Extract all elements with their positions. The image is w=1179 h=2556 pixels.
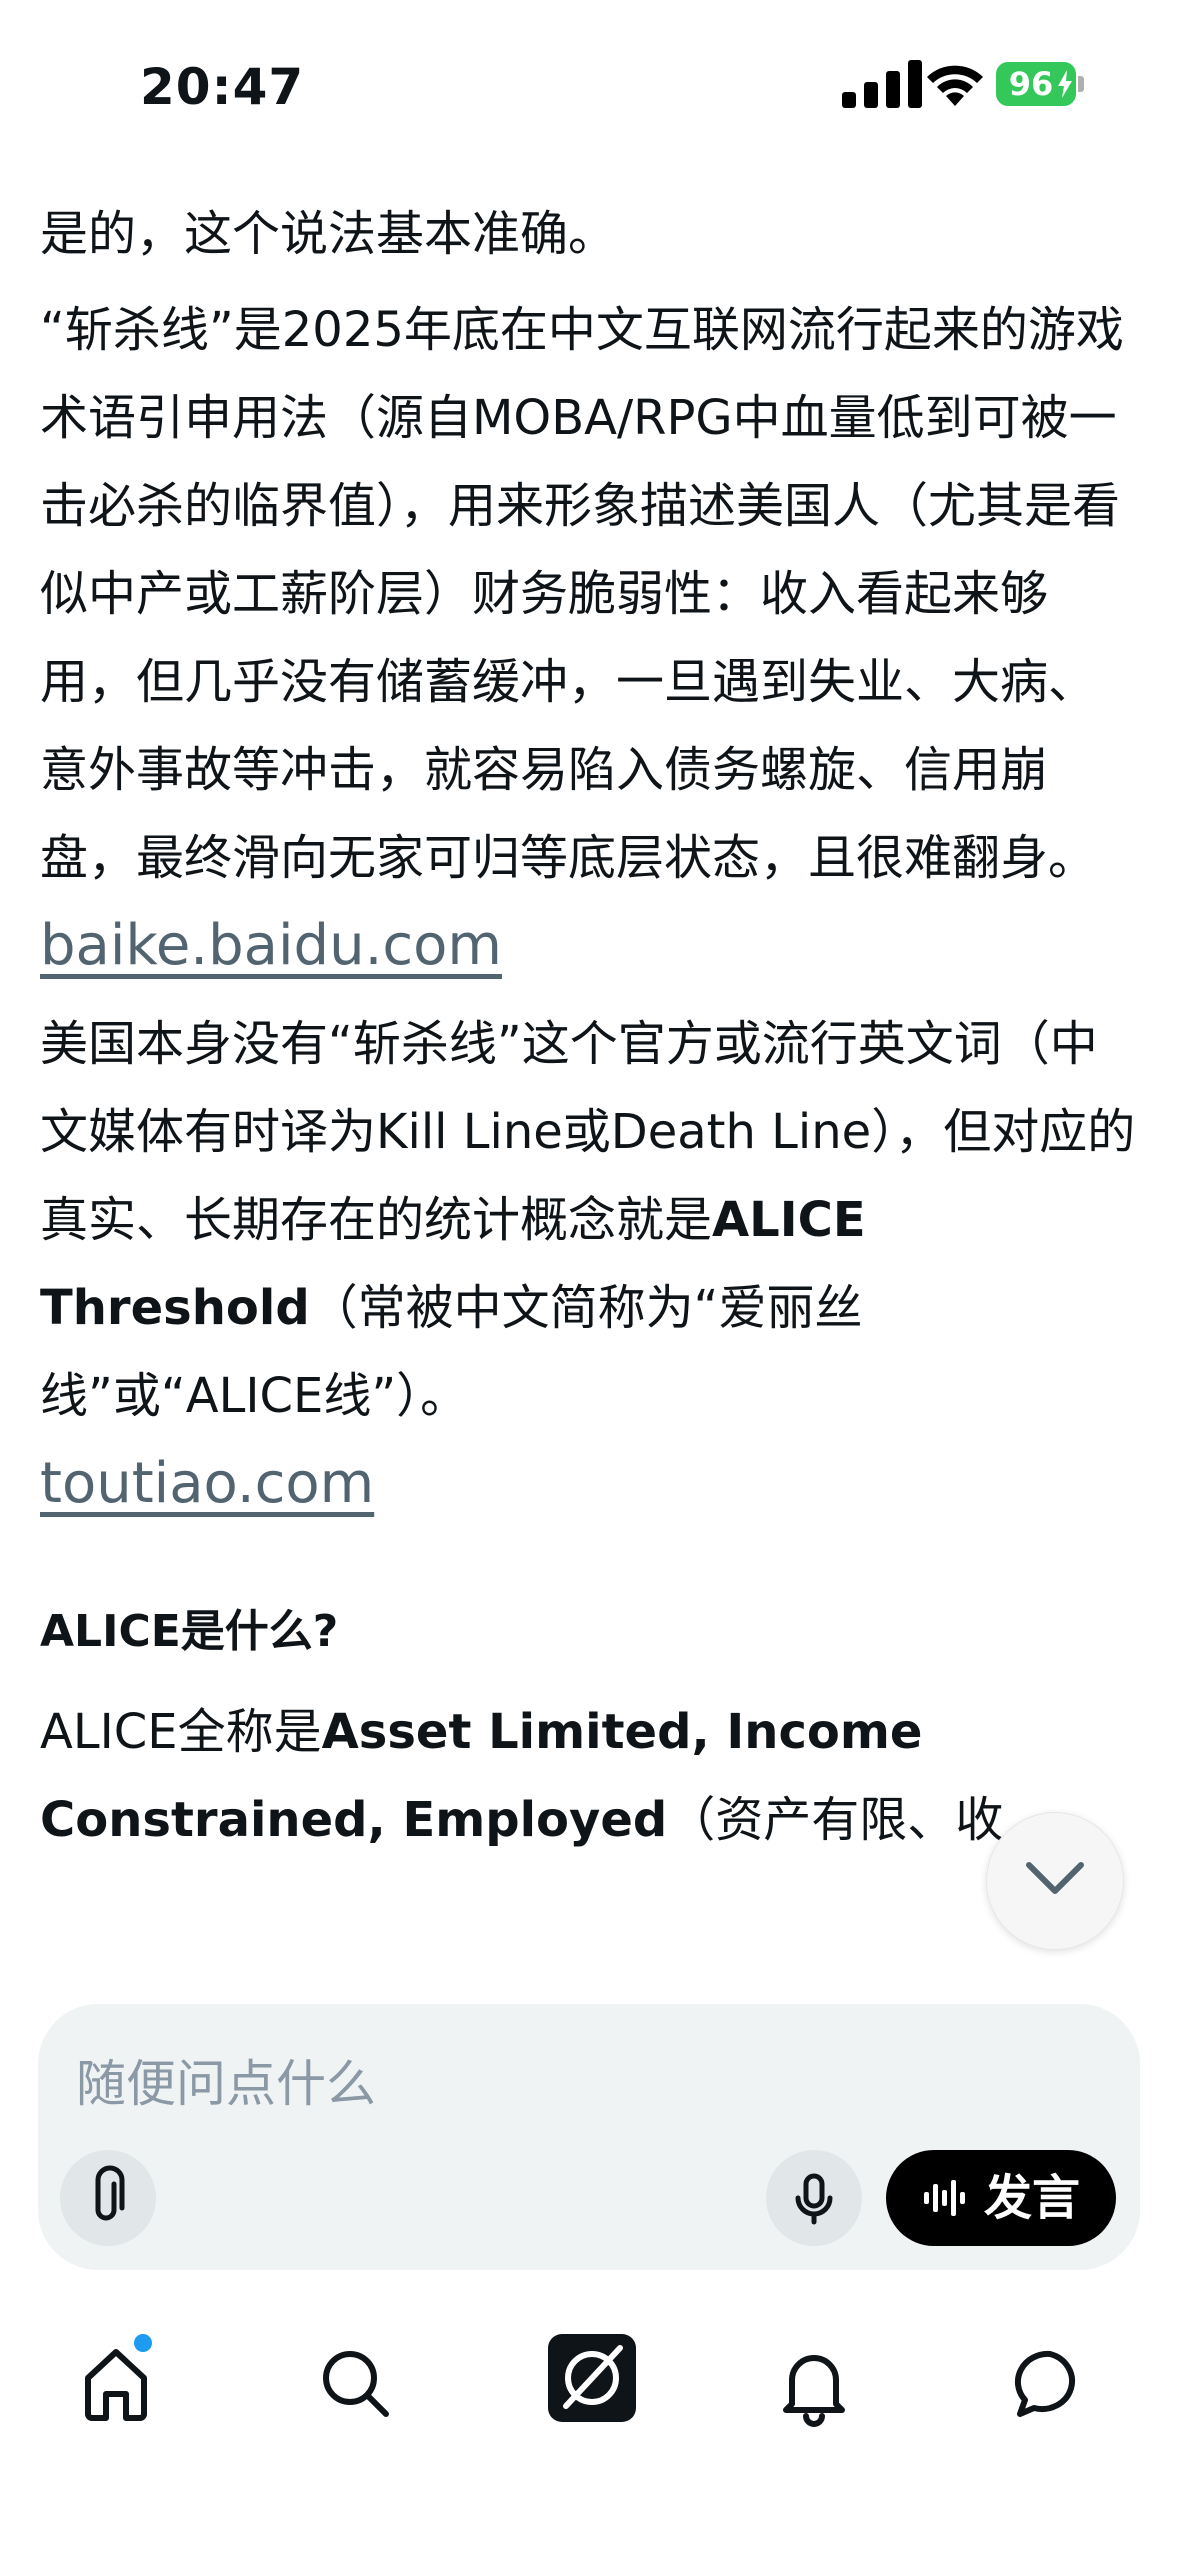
wifi-icon: [927, 65, 983, 106]
paragraph-text: ALICE全称是: [40, 1704, 322, 1760]
notification-dot: [134, 2334, 152, 2352]
response-paragraph: ALICE全称是Asset Limited, Income Constraine…: [40, 1688, 1140, 1864]
scroll-down-button[interactable]: [986, 1812, 1124, 1950]
paragraph-text: “斩杀线”是2025年底在中文互联网流行起来的游戏术语引申用法（源自MOBA/R…: [40, 302, 1124, 886]
response-paragraph: 美国本身没有“斩杀线”这个官方或流行英文词（中文媒体有时译为Kill Line或…: [40, 1000, 1140, 1530]
message-composer: 发言: [38, 2004, 1140, 2270]
paragraph-text: （资产有限、收: [667, 1792, 1004, 1848]
search-icon: [323, 2351, 389, 2417]
status-bar: 20:47 96: [0, 0, 1179, 180]
source-link-toutiao[interactable]: toutiao.com: [40, 1451, 374, 1516]
tab-search[interactable]: [306, 2334, 406, 2434]
voice-mode-label: 发言: [984, 2170, 1081, 2226]
cellular-signal-icon: [842, 60, 922, 108]
microphone-button[interactable]: [766, 2150, 862, 2246]
battery-level: 96: [1008, 65, 1054, 103]
microphone-icon: [795, 2173, 833, 2225]
chevron-down-icon: [1026, 1862, 1084, 1894]
voice-mode-button[interactable]: 发言: [886, 2150, 1116, 2246]
response-paragraph: 是的，这个说法基本准确。: [40, 206, 617, 262]
bell-icon: [783, 2355, 845, 2427]
paperclip-icon: [95, 2165, 125, 2221]
paragraph-text: 美国本身没有“斩杀线”这个官方或流行英文词（中文媒体有时译为Kill Line或…: [40, 1016, 1136, 1248]
charging-bolt-icon: [1058, 70, 1072, 98]
home-icon: [85, 2349, 147, 2421]
tab-grok[interactable]: [548, 2334, 636, 2422]
tab-notifications[interactable]: [764, 2334, 864, 2434]
chat-response: 是的，这个说法基本准确。 “斩杀线”是2025年底在中文互联网流行起来的游戏术语…: [40, 190, 1140, 1980]
attach-button[interactable]: [60, 2150, 156, 2246]
waveform-icon: [924, 2180, 965, 2216]
source-link-baike[interactable]: baike.baidu.com: [40, 913, 502, 978]
section-heading: ALICE是什么?: [40, 1606, 339, 1657]
tab-home[interactable]: [66, 2334, 166, 2434]
battery-icon: 96: [996, 62, 1076, 106]
battery-cap: [1078, 76, 1084, 92]
grok-icon: [563, 2345, 623, 2409]
message-input[interactable]: [74, 2048, 978, 2120]
bottom-tab-bar: [0, 2300, 1179, 2460]
chat-bubble-icon: [1014, 2350, 1075, 2417]
response-paragraph: “斩杀线”是2025年底在中文互联网流行起来的游戏术语引申用法（源自MOBA/R…: [40, 286, 1140, 992]
status-time: 20:47: [140, 58, 305, 116]
tab-messages[interactable]: [1000, 2334, 1100, 2434]
